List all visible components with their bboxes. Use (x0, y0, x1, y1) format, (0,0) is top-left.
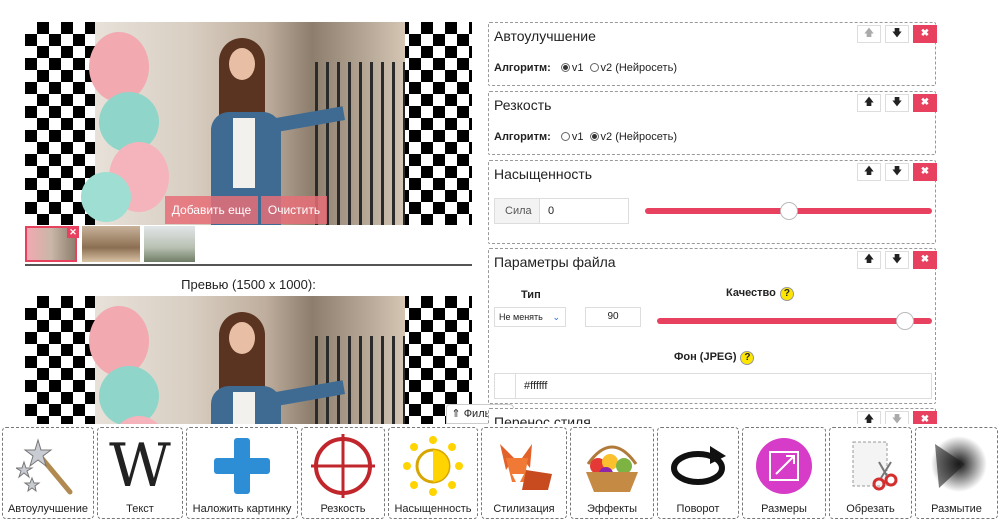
source-photo (25, 22, 472, 225)
algorithm-label: Алгоритм: (494, 62, 551, 74)
move-down-button[interactable]: 🡇 (885, 94, 909, 112)
algorithm-label: Алгоритм: (494, 131, 551, 143)
tool-label: Резкость (320, 503, 366, 515)
tool-resize[interactable]: Размеры (742, 427, 826, 519)
plus-icon (214, 438, 270, 494)
panel-title: Насыщенность (494, 166, 593, 182)
background-label: Фон (JPEG) (674, 351, 737, 363)
sun-icon (403, 436, 463, 496)
quality-label: Качество (726, 287, 776, 299)
tool-label: Текст (126, 503, 154, 515)
tool-blur[interactable]: Размытие (915, 427, 998, 519)
tool-text[interactable]: W Текст (97, 427, 183, 519)
tool-effects[interactable]: Эффекты (570, 427, 654, 519)
crop-scissors-icon (852, 441, 897, 491)
tool-label: Размытие (931, 503, 982, 515)
tool-label: Автоулучшение (7, 503, 89, 515)
radio-v1[interactable] (560, 132, 570, 141)
blur-icon (930, 436, 987, 492)
tool-stylize[interactable]: Стилизация (481, 427, 567, 519)
move-up-button[interactable]: 🡅 (857, 94, 881, 112)
clear-button[interactable]: Очистить (261, 196, 327, 224)
preview-image-area (25, 296, 472, 427)
tool-crop[interactable]: Обрезать (829, 427, 912, 519)
source-image-area (25, 22, 472, 225)
move-down-button[interactable]: 🡇 (885, 251, 909, 269)
tool-autoenhance[interactable]: Автоулучшение (2, 427, 94, 519)
quality-group: Качество? (726, 287, 794, 301)
move-up-button[interactable]: 🡅 (857, 163, 881, 181)
quality-slider[interactable] (657, 312, 932, 330)
remove-thumbnail-icon[interactable]: ✕ (67, 226, 79, 238)
delete-button[interactable]: ✖ (913, 25, 937, 43)
delete-button[interactable]: ✖ (913, 251, 937, 269)
text-w-icon: W (109, 431, 171, 501)
panel-sharpness: Резкость 🡅 🡇 ✖ Алгоритм: v1 v2 (Нейросет… (488, 91, 937, 155)
magic-wand-icon (16, 438, 73, 495)
panel-file-params: Параметры файла 🡅 🡇 ✖ Тип Качество? Не м… (488, 248, 937, 404)
background-color-input[interactable]: #ffffff (515, 373, 932, 399)
panel-title: Автоулучшение (494, 28, 596, 44)
crosshair-icon (311, 434, 375, 498)
tool-overlay-image[interactable]: Наложить картинку (186, 427, 298, 519)
panel-title: Резкость (494, 97, 552, 113)
tool-label: Насыщенность (394, 503, 472, 515)
quality-slider-handle[interactable] (895, 312, 914, 330)
tool-rotate[interactable]: Поворот (657, 427, 739, 519)
preview-label: Превью (1500 x 1000): (181, 277, 316, 292)
radio-v2-label: v2 (Нейросеть) (600, 131, 677, 143)
chevron-down-icon: ⌄ (552, 312, 560, 322)
help-icon[interactable]: ? (779, 287, 794, 301)
radio-v2[interactable] (589, 63, 599, 72)
quality-input[interactable]: 90 (585, 307, 641, 327)
tool-sharpness[interactable]: Резкость (301, 427, 385, 519)
strength-label: Сила (494, 198, 540, 224)
algorithm-group: Алгоритм: v1 v2 (Нейросеть) (494, 131, 677, 143)
strength-slider[interactable] (645, 202, 932, 220)
tool-label: Эффекты (586, 503, 637, 515)
help-icon[interactable]: ? (740, 351, 755, 365)
algorithm-group: Алгоритм: v1 v2 (Нейросеть) (494, 62, 677, 74)
resize-icon (756, 438, 812, 494)
panel-saturation: Насыщенность 🡅 🡇 ✖ Сила 0 (488, 160, 937, 244)
fox-icon (500, 444, 552, 490)
strength-input[interactable]: 0 (539, 198, 629, 224)
tool-label: Наложить картинку (192, 503, 292, 515)
preview-photo (25, 296, 472, 427)
add-more-button[interactable]: Добавить еще (165, 196, 258, 224)
rotate-icon (671, 446, 726, 485)
delete-button[interactable]: ✖ (913, 94, 937, 112)
strength-slider-handle[interactable] (779, 202, 798, 220)
tool-label: Стилизация (493, 503, 555, 515)
type-select-value: Не менять (499, 312, 543, 322)
tool-label: Обрезать (846, 503, 895, 515)
thumbnail-2[interactable] (82, 226, 140, 262)
fruit-basket-icon (586, 445, 638, 492)
radio-v1-label: v1 (571, 62, 584, 74)
type-select[interactable]: Не менять ⌄ (494, 307, 566, 327)
radio-v1[interactable] (560, 63, 570, 72)
radio-v2[interactable] (589, 132, 599, 141)
radio-v1-label: v1 (571, 131, 584, 143)
divider (25, 264, 472, 266)
move-up-button[interactable]: 🡅 (857, 251, 881, 269)
tool-label: Размеры (761, 503, 807, 515)
panel-title: Параметры файла (494, 254, 616, 270)
move-down-button[interactable]: 🡇 (885, 163, 909, 181)
move-down-button[interactable]: 🡇 (885, 25, 909, 43)
type-label: Тип (521, 289, 541, 301)
tool-saturation[interactable]: Насыщенность (388, 427, 478, 519)
tool-label: Поворот (676, 503, 720, 515)
radio-v2-label: v2 (Нейросеть) (600, 62, 677, 74)
background-color-swatch[interactable] (494, 373, 516, 399)
thumbnail-3[interactable] (144, 226, 195, 262)
delete-button[interactable]: ✖ (913, 163, 937, 181)
panel-autoenhance: Автоулучшение 🡅 🡇 ✖ Алгоритм: v1 v2 (Ней… (488, 22, 937, 86)
move-up-button[interactable]: 🡅 (857, 25, 881, 43)
background-group: Фон (JPEG)? (674, 351, 755, 365)
